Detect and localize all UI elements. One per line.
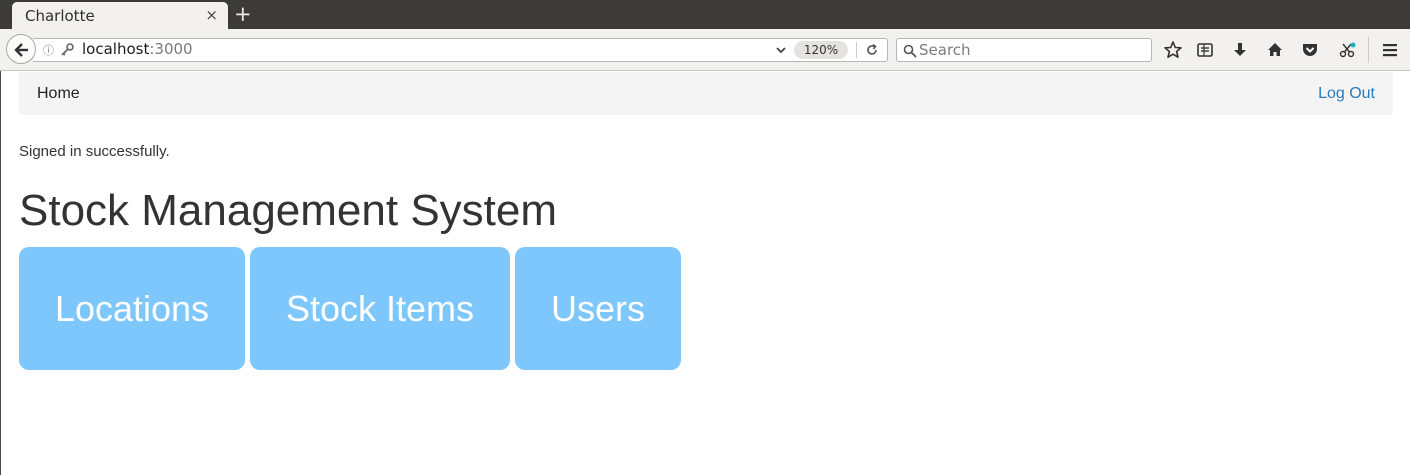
pocket-icon[interactable] xyxy=(1300,40,1320,60)
tab-title: Charlotte xyxy=(25,7,95,25)
site-navbar: Home Log Out xyxy=(19,72,1393,115)
dropdown-icon[interactable] xyxy=(775,42,787,61)
url-port: :3000 xyxy=(149,40,193,58)
nav-home-link[interactable]: Home xyxy=(37,85,80,103)
tab-close-icon[interactable]: × xyxy=(205,6,218,24)
url-host: localhost xyxy=(82,40,150,58)
locations-tile[interactable]: Locations xyxy=(19,247,245,370)
url-text[interactable]: localhost:3000 xyxy=(82,40,193,58)
reload-icon[interactable] xyxy=(865,42,879,61)
users-tile[interactable]: Users xyxy=(515,247,681,370)
back-icon xyxy=(14,43,28,57)
back-button[interactable] xyxy=(6,34,36,64)
tab-strip: Charlotte × + xyxy=(0,0,1410,29)
home-icon[interactable] xyxy=(1265,40,1285,60)
search-input[interactable] xyxy=(919,40,1144,60)
logout-link[interactable]: Log Out xyxy=(1318,85,1375,103)
bookmark-star-icon[interactable] xyxy=(1163,40,1183,60)
toolbar-divider xyxy=(1368,37,1369,63)
download-icon[interactable] xyxy=(1230,40,1250,60)
extension-icon[interactable] xyxy=(1338,40,1358,60)
stock-items-tile[interactable]: Stock Items xyxy=(250,247,510,370)
search-icon xyxy=(903,43,917,62)
url-divider xyxy=(856,42,857,58)
search-bar[interactable] xyxy=(896,38,1152,62)
new-tab-button[interactable]: + xyxy=(234,3,252,25)
key-icon[interactable] xyxy=(60,42,74,61)
page-title: Stock Management System xyxy=(19,186,558,235)
browser-toolbar: ⓘ localhost:3000 120% xyxy=(0,29,1410,71)
url-bar[interactable]: ⓘ localhost:3000 120% xyxy=(33,38,888,62)
info-icon[interactable]: ⓘ xyxy=(43,42,54,58)
zoom-level[interactable]: 120% xyxy=(794,41,848,59)
menu-icon[interactable] xyxy=(1380,40,1400,60)
flash-message: Signed in successfully. xyxy=(19,143,170,160)
window-edge xyxy=(0,71,1,475)
reading-list-icon[interactable] xyxy=(1195,40,1215,60)
browser-tab[interactable]: Charlotte × xyxy=(12,2,228,29)
